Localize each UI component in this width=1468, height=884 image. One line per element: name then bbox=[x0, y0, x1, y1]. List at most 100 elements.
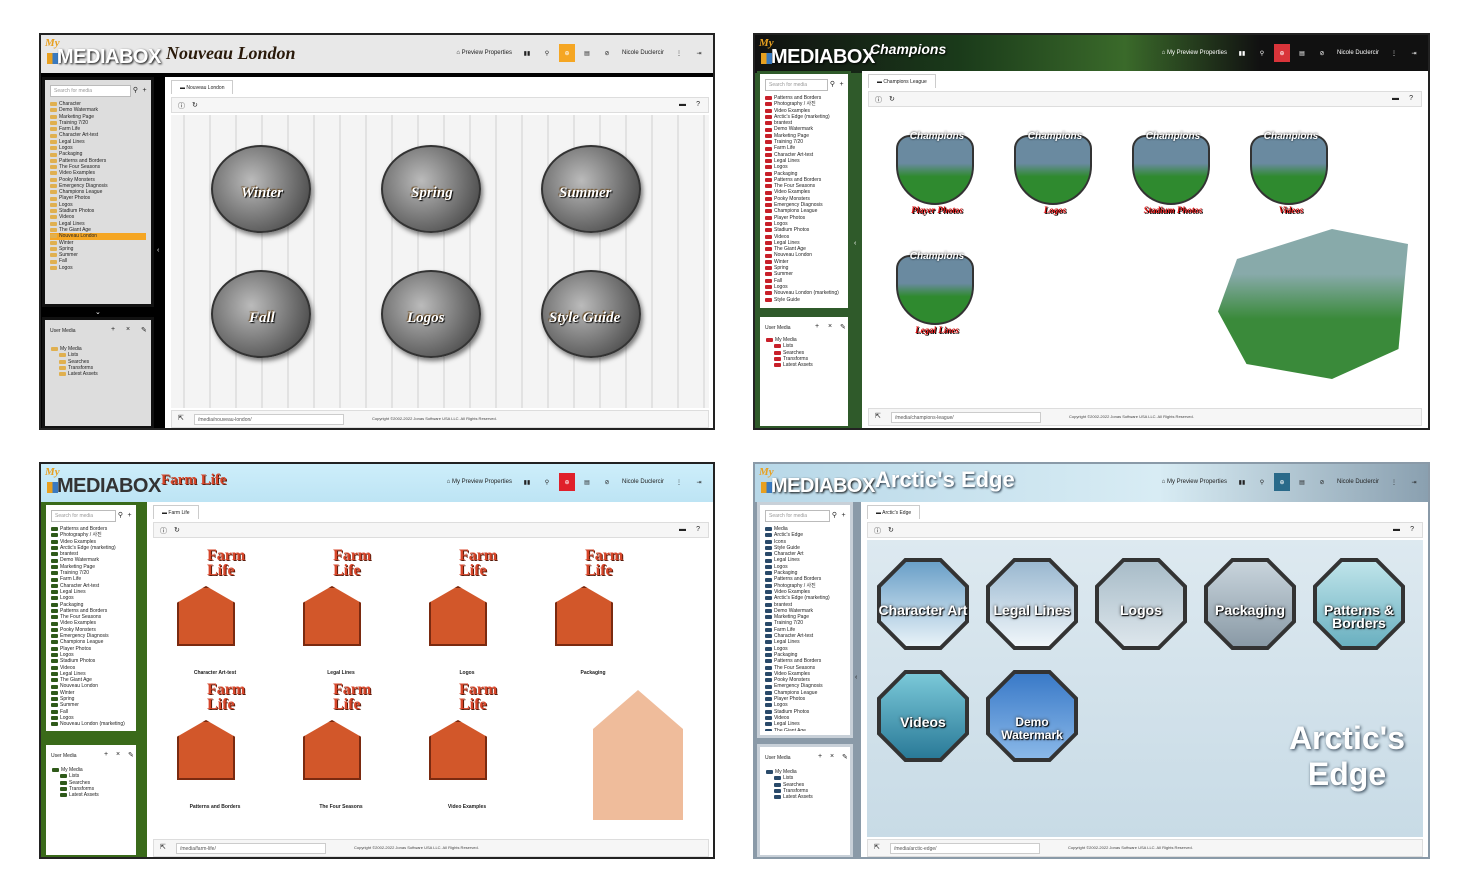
folder-icon[interactable]: ▬ bbox=[1392, 95, 1399, 102]
tile-logos[interactable]: Farm Life Logos bbox=[411, 546, 523, 676]
book-icon[interactable]: ▤ bbox=[1294, 44, 1310, 62]
settings-button[interactable]: ⊕ bbox=[1273, 44, 1290, 62]
tile-logos[interactable]: Logos bbox=[1095, 558, 1187, 650]
more-icon[interactable]: ⋮ bbox=[1386, 473, 1402, 491]
more-icon[interactable]: ⋮ bbox=[671, 44, 687, 62]
tile-summer[interactable]: Summer bbox=[531, 145, 646, 235]
search-input[interactable]: Search for media bbox=[50, 85, 131, 97]
tile-patterns-and-borders[interactable]: Farm Life Patterns and Borders bbox=[159, 680, 271, 810]
tile-winter[interactable]: Winter bbox=[201, 145, 316, 235]
chart-icon[interactable]: ▮▮ bbox=[519, 44, 535, 62]
more-icon[interactable]: ⋮ bbox=[671, 473, 687, 491]
notification-icon[interactable]: ⊘ bbox=[599, 473, 615, 491]
user-media-item[interactable]: Latest Assets bbox=[766, 794, 813, 800]
external-link-icon[interactable]: ⇱ bbox=[874, 843, 880, 851]
add-icon[interactable]: + bbox=[838, 79, 845, 91]
chevron-left-icon[interactable]: ‹ bbox=[157, 247, 159, 254]
preview-properties-link[interactable]: ⌂ My Preview Properties bbox=[1159, 473, 1230, 491]
mediabox-logo[interactable]: My MEDIABOX bbox=[45, 466, 165, 500]
folder-icon[interactable]: ▬ bbox=[1393, 526, 1400, 533]
tile-packaging[interactable]: Farm Life Packaging bbox=[537, 546, 649, 676]
path-input[interactable]: /media/nouveau-london/ bbox=[194, 414, 344, 425]
user-menu[interactable]: Nicole Duclercir bbox=[1334, 473, 1382, 491]
info-icon[interactable]: ⓘ bbox=[875, 95, 882, 105]
help-icon[interactable]: ? bbox=[696, 101, 700, 108]
chevron-down-icon[interactable]: ⌄ bbox=[95, 308, 101, 316]
user-media-item[interactable]: Latest Assets bbox=[51, 371, 98, 377]
add-icon[interactable]: + bbox=[815, 323, 819, 330]
tile-patterns-and-borders[interactable]: Patterns & Borders bbox=[1313, 558, 1405, 650]
more-icon[interactable]: ⋮ bbox=[1386, 44, 1402, 62]
path-input[interactable]: /media/champions-league/ bbox=[891, 412, 1041, 423]
add-icon[interactable]: + bbox=[104, 751, 108, 758]
logout-icon[interactable]: ⇥ bbox=[691, 473, 707, 491]
tile-packaging[interactable]: Packaging bbox=[1204, 558, 1296, 650]
add-icon[interactable]: + bbox=[126, 510, 133, 522]
preview-properties-link[interactable]: ⌂ My Preview Properties bbox=[1159, 44, 1230, 62]
tile-player-photos[interactable]: Champions Player Photos bbox=[890, 127, 980, 222]
tab-arctics-edge[interactable]: ▬ Arctic's Edge bbox=[867, 505, 921, 519]
external-link-icon[interactable]: ⇱ bbox=[160, 843, 166, 851]
info-icon[interactable]: ⓘ bbox=[178, 101, 185, 111]
mediabox-logo[interactable]: My MEDIABOX bbox=[45, 37, 165, 71]
settings-button[interactable]: ⊕ bbox=[558, 44, 575, 62]
book-icon[interactable]: ▤ bbox=[579, 473, 595, 491]
close-icon[interactable]: × bbox=[116, 751, 120, 758]
logout-icon[interactable]: ⇥ bbox=[1406, 473, 1422, 491]
chart-icon[interactable]: ▮▮ bbox=[519, 473, 535, 491]
refresh-icon[interactable]: ↻ bbox=[192, 101, 198, 109]
search-input[interactable]: Search for media bbox=[51, 510, 116, 522]
notification-icon[interactable]: ⊘ bbox=[1314, 44, 1330, 62]
notification-icon[interactable]: ⊘ bbox=[599, 44, 615, 62]
tile-legal-lines[interactable]: Farm Life Legal Lines bbox=[285, 546, 397, 676]
edit-icon[interactable]: ✎ bbox=[128, 751, 134, 759]
help-icon[interactable]: ? bbox=[696, 526, 700, 533]
search-icon[interactable]: ⚲ bbox=[117, 510, 124, 522]
folder-icon[interactable]: ▬ bbox=[679, 526, 686, 533]
tile-character-art-test[interactable]: Farm Life Character Art-test bbox=[159, 546, 271, 676]
folder-icon[interactable]: ▬ bbox=[679, 101, 686, 108]
tile-video-examples[interactable]: Farm Life Video Examples bbox=[411, 680, 523, 810]
search-icon[interactable]: ⚲ bbox=[831, 510, 838, 522]
sitemap-icon[interactable]: ⚲ bbox=[1254, 44, 1270, 62]
edit-icon[interactable]: ✎ bbox=[141, 326, 147, 334]
search-icon[interactable]: ⚲ bbox=[132, 85, 139, 97]
tile-fall[interactable]: Fall bbox=[201, 270, 316, 360]
mediabox-logo[interactable]: My MEDIABOX bbox=[759, 466, 879, 500]
user-menu[interactable]: Nicole Duclercir bbox=[1334, 44, 1382, 62]
notification-icon[interactable]: ⊘ bbox=[1314, 473, 1330, 491]
preview-properties-link[interactable]: ⌂ My Preview Properties bbox=[444, 473, 515, 491]
help-icon[interactable]: ? bbox=[1409, 95, 1413, 102]
external-link-icon[interactable]: ⇱ bbox=[875, 412, 881, 420]
preview-properties-link[interactable]: ⌂ Preview Properties bbox=[453, 44, 515, 62]
tile-logos[interactable]: Logos bbox=[371, 270, 486, 360]
refresh-icon[interactable]: ↻ bbox=[888, 526, 894, 534]
info-icon[interactable]: ⓘ bbox=[874, 526, 881, 536]
tile-logos[interactable]: Champions Logos bbox=[1008, 127, 1098, 222]
book-icon[interactable]: ▤ bbox=[1294, 473, 1310, 491]
tree-item[interactable]: Nouveau London (marketing) bbox=[51, 721, 131, 727]
user-menu[interactable]: Nicole Duclercir bbox=[619, 473, 667, 491]
tile-stadium-photos[interactable]: Champions Stadium Photos bbox=[1126, 127, 1216, 222]
logout-icon[interactable]: ⇥ bbox=[1406, 44, 1422, 62]
tile-style-guide[interactable]: Style Guide bbox=[531, 270, 646, 360]
add-icon[interactable]: + bbox=[111, 326, 115, 333]
tile-the-four-seasons[interactable]: Farm Life The Four Seasons bbox=[285, 680, 397, 810]
edit-icon[interactable]: ✎ bbox=[840, 323, 846, 331]
help-icon[interactable]: ? bbox=[1410, 526, 1414, 533]
close-icon[interactable]: × bbox=[126, 326, 130, 333]
edit-icon[interactable]: ✎ bbox=[842, 753, 848, 761]
mediabox-logo[interactable]: My MEDIABOX bbox=[759, 37, 879, 71]
tab-farm-life[interactable]: ▬ Farm Life bbox=[153, 505, 199, 519]
settings-button[interactable]: ⊕ bbox=[558, 473, 575, 491]
settings-button[interactable]: ⊕ bbox=[1273, 473, 1290, 491]
tab-champions-league[interactable]: ▬ Champions League bbox=[868, 74, 936, 88]
search-input[interactable]: Search for media bbox=[765, 79, 828, 91]
add-icon[interactable]: + bbox=[818, 753, 822, 760]
search-icon[interactable]: ⚲ bbox=[829, 79, 836, 91]
user-menu[interactable]: Nicole Duclercir bbox=[619, 44, 667, 62]
user-media-item[interactable]: Latest Assets bbox=[52, 792, 99, 798]
sitemap-icon[interactable]: ⚲ bbox=[539, 473, 555, 491]
tile-legal-lines[interactable]: Champions Legal Lines bbox=[890, 247, 980, 342]
tree-item[interactable]: Logos bbox=[50, 265, 146, 271]
